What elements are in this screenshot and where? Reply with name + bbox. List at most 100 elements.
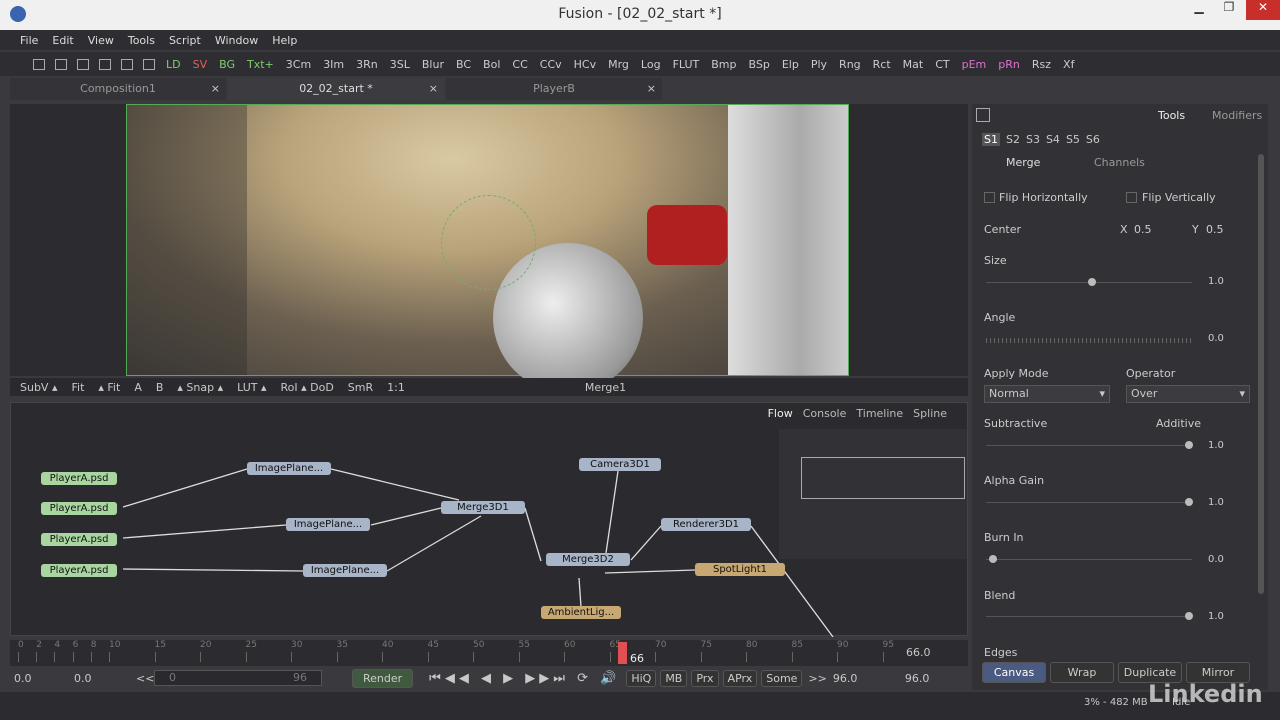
node-playera-psd[interactable]: PlayerA.psd xyxy=(41,502,117,515)
tool-ct[interactable]: CT xyxy=(929,58,955,71)
tool-3cm[interactable]: 3Cm xyxy=(280,58,317,71)
slot-s5[interactable]: S5 xyxy=(1066,133,1080,146)
some-toggle[interactable]: Some xyxy=(761,669,803,687)
center-x-field[interactable]: 0.5 xyxy=(1134,223,1184,236)
blend-knob[interactable] xyxy=(1185,612,1193,620)
flow-editor[interactable]: Flow Console Timeline Spline PlayerA.psd Pla… xyxy=(10,402,968,637)
angle-dial[interactable] xyxy=(986,338,1192,343)
tool-ply[interactable]: Ply xyxy=(805,58,833,71)
menu-view[interactable]: View xyxy=(82,34,120,47)
subtractive-additive-slider[interactable] xyxy=(986,445,1192,446)
tab-composition[interactable]: 02_02_start * × xyxy=(228,78,444,100)
layout-icon[interactable] xyxy=(143,58,155,70)
render-start-field[interactable]: 0.0 xyxy=(74,672,136,685)
tool-bg[interactable]: BG xyxy=(213,58,241,71)
timeline-ruler[interactable]: 0 2 4 6 8 10 15 20 25 30 35 40 45 50 55 60 65 70 75 80 85 90 9… xyxy=(10,640,968,666)
layout-icon[interactable] xyxy=(121,58,133,70)
burn-in-knob[interactable] xyxy=(989,555,997,563)
prx-toggle[interactable]: Prx xyxy=(691,669,719,687)
render-button[interactable]: Render xyxy=(352,668,414,688)
minimize-button[interactable]: ▁ xyxy=(1184,0,1214,20)
tool-rct[interactable]: Rct xyxy=(867,58,897,71)
node-playera-psd[interactable]: PlayerA.psd xyxy=(41,564,117,577)
render-end-field[interactable]: 96.0 xyxy=(833,672,893,685)
tab-modifiers[interactable]: Modifiers xyxy=(1212,109,1262,122)
tool-bsp[interactable]: BSp xyxy=(743,58,776,71)
node-merge3d2[interactable]: Merge3D2 xyxy=(546,553,630,566)
viewer-tool[interactable]: 1:1 xyxy=(383,381,409,394)
tool-pem[interactable]: pEm xyxy=(956,58,993,71)
sa-knob[interactable] xyxy=(1185,441,1193,449)
tool-mrg[interactable]: Mrg xyxy=(602,58,635,71)
global-start-field[interactable]: 0.0 xyxy=(10,672,74,685)
node-camera3d1[interactable]: Camera3D1 xyxy=(579,458,661,471)
viewer-tool[interactable]: Fit xyxy=(67,381,88,394)
tool-bc[interactable]: BC xyxy=(450,58,477,71)
tool-mat[interactable]: Mat xyxy=(897,58,930,71)
tab-tools[interactable]: Tools xyxy=(1158,109,1185,122)
viewer-tool[interactable]: ▴ Fit xyxy=(94,381,124,394)
menu-edit[interactable]: Edit xyxy=(46,34,79,47)
node-imageplane-[interactable]: ImagePlane... xyxy=(286,518,370,531)
center-gizmo[interactable] xyxy=(441,195,536,290)
tab-composition[interactable]: Composition1 × xyxy=(10,78,226,100)
slot-s2[interactable]: S2 xyxy=(1006,133,1020,146)
tool-bmp[interactable]: Bmp xyxy=(705,58,742,71)
close-tab-icon[interactable]: × xyxy=(429,78,438,100)
viewer-tool[interactable]: RoI ▴ DoD xyxy=(276,381,337,394)
tool-xf[interactable]: Xf xyxy=(1057,58,1080,71)
viewer-tool[interactable]: SubV ▴ xyxy=(16,381,61,394)
close-button[interactable]: ✕ xyxy=(1246,0,1280,20)
slot-s1[interactable]: S1 xyxy=(982,133,1000,146)
node-imageplane-[interactable]: ImagePlane... xyxy=(303,564,387,577)
viewer-tool[interactable]: ▴ Snap ▴ xyxy=(173,381,227,394)
inspector-scrollbar[interactable] xyxy=(1258,154,1264,594)
tab-channels[interactable]: Channels xyxy=(1094,156,1145,169)
slot-s6[interactable]: S6 xyxy=(1086,133,1100,146)
viewer-tool[interactable]: B xyxy=(152,381,168,394)
tool-3sl[interactable]: 3SL xyxy=(384,58,416,71)
hiq-toggle[interactable]: HiQ xyxy=(626,669,657,687)
playback-controls[interactable]: ⏮◀◀ ◀ ▶ ▶▶⏭ ⟳ 🔊 xyxy=(429,671,620,686)
burn-in-value[interactable]: 0.0 xyxy=(1208,554,1224,565)
alpha-gain-slider[interactable] xyxy=(986,502,1192,503)
range-slider[interactable]: 0 96 xyxy=(154,670,322,686)
tool-bol[interactable]: Bol xyxy=(477,58,506,71)
flip-horizontally-checkbox[interactable] xyxy=(984,192,995,203)
tool-cc[interactable]: CC xyxy=(506,58,533,71)
tool-txtplus[interactable]: Txt+ xyxy=(241,58,280,71)
tab-merge[interactable]: Merge xyxy=(1006,156,1040,169)
tool-log[interactable]: Log xyxy=(635,58,667,71)
tool-ccv[interactable]: CCv xyxy=(534,58,568,71)
viewer-tool[interactable]: SmR xyxy=(344,381,377,394)
tool-3im[interactable]: 3Im xyxy=(317,58,350,71)
menu-window[interactable]: Window xyxy=(209,34,264,47)
center-y-field[interactable]: 0.5 xyxy=(1206,223,1256,236)
apply-mode-select[interactable]: Normal ▾ xyxy=(984,385,1110,403)
layout-icon[interactable] xyxy=(55,58,67,70)
global-end-field[interactable]: 96.0 xyxy=(905,672,930,685)
tool-ld[interactable]: LD xyxy=(160,58,187,71)
edges-wrap-button[interactable]: Wrap xyxy=(1050,662,1114,683)
viewer-tool[interactable]: LUT ▴ xyxy=(233,381,270,394)
viewer-image[interactable] xyxy=(126,104,849,393)
node-playera-psd[interactable]: PlayerA.psd xyxy=(41,533,117,546)
tool-flut[interactable]: FLUT xyxy=(667,58,706,71)
node-merge3d1[interactable]: Merge3D1 xyxy=(441,501,525,514)
tab-composition[interactable]: PlayerB × xyxy=(446,78,662,100)
angle-value[interactable]: 0.0 xyxy=(1208,333,1224,344)
blend-value[interactable]: 1.0 xyxy=(1208,611,1224,622)
current-time-field[interactable]: 66.0 xyxy=(906,646,931,659)
tool-hcv[interactable]: HCv xyxy=(568,58,602,71)
layout-icon[interactable] xyxy=(77,58,89,70)
tool-sv[interactable]: SV xyxy=(187,58,214,71)
node-imageplane-[interactable]: ImagePlane... xyxy=(247,462,331,475)
tool-elp[interactable]: Elp xyxy=(776,58,805,71)
menu-file[interactable]: File xyxy=(14,34,44,47)
playhead[interactable] xyxy=(618,642,627,664)
sa-value[interactable]: 1.0 xyxy=(1208,440,1224,451)
tool-3rn[interactable]: 3Rn xyxy=(350,58,384,71)
alpha-gain-knob[interactable] xyxy=(1185,498,1193,506)
slot-s3[interactable]: S3 xyxy=(1026,133,1040,146)
node-ambientlig-[interactable]: AmbientLig... xyxy=(541,606,621,619)
